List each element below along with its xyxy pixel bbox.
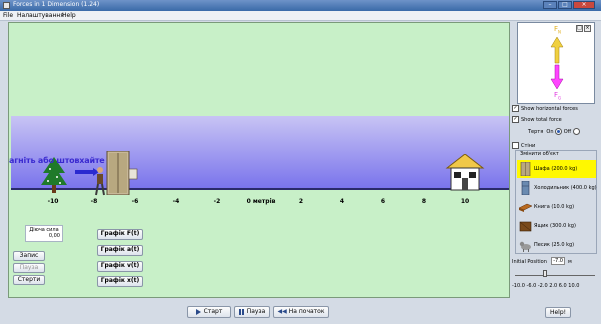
initial-position-input[interactable]: -7.0 [551, 257, 565, 265]
object-option-fridge[interactable]: Холодильник (400.0 kg) [517, 179, 597, 197]
checkbox-unchecked-icon[interactable] [512, 142, 519, 149]
friction-on-radio[interactable] [555, 128, 563, 135]
push-instruction-text: агніть або штовхайте [9, 156, 105, 165]
pause-button[interactable]: Пауза [234, 306, 270, 318]
ground-line [11, 188, 509, 190]
gravity-force-label: FG [554, 91, 562, 101]
checkbox-checked-icon[interactable]: ✓ [512, 105, 519, 112]
normal-force-label: FN [554, 25, 562, 35]
axis-tick-label: 8 [421, 198, 427, 205]
reset-label: На початок [288, 308, 325, 315]
maximize-icon[interactable]: □ [558, 1, 572, 9]
object-option-dog[interactable]: Песик (25.0 kg) [517, 236, 596, 254]
cabinet-object-icon[interactable] [105, 151, 139, 195]
initial-position-slider-thumb[interactable] [543, 270, 547, 277]
dog-icon [519, 241, 531, 252]
book-icon [519, 203, 532, 212]
start-button[interactable]: Старт [187, 306, 231, 318]
axis-tick-label: -6 [131, 198, 139, 205]
show-total-checkbox[interactable]: ✓ Show total force [512, 116, 562, 123]
help-button[interactable]: Help! [545, 307, 571, 318]
walls-checkbox[interactable]: Стіни [512, 142, 535, 149]
close-icon[interactable]: × [584, 25, 591, 32]
friction-radio-group: Тертя On Off [528, 128, 580, 135]
object-label: Книга (10.0 kg) [534, 204, 575, 210]
show-total-label: Show total force [521, 117, 562, 123]
menu-file[interactable]: File [3, 12, 13, 19]
axis-tick-label: 6 [380, 198, 386, 205]
graph-acceleration-button[interactable]: Графік a(t) [97, 245, 143, 256]
house-icon [445, 154, 485, 191]
sky-band [11, 116, 509, 188]
axis-tick-label: 4 [339, 198, 345, 205]
object-chooser-title: Змінити об'єкт [520, 151, 559, 157]
window-title: Forces in 1 Dimension (1.24) [13, 1, 100, 8]
free-body-diagram: FN FG [517, 22, 595, 104]
close-icon[interactable]: × [573, 1, 595, 9]
initial-position-slider-track[interactable] [515, 275, 595, 276]
object-label: Ящик (300.0 kg) [534, 223, 576, 229]
cabinet-icon [520, 162, 531, 176]
start-label: Старт [203, 308, 223, 315]
initial-position-unit: м [568, 259, 572, 265]
friction-on-label: On [546, 129, 554, 135]
axis-tick-label: -4 [172, 198, 180, 205]
menu-bar: File Налаштування Help [0, 11, 601, 21]
checkbox-checked-icon[interactable]: ✓ [512, 116, 519, 123]
applied-force-readout: Діюча сила 0,00 [25, 225, 63, 242]
minimize-icon[interactable]: – [543, 1, 557, 9]
menu-settings[interactable]: Налаштування [17, 12, 64, 19]
simulation-stage[interactable]: агніть або штовхайте -10 -8 -6 -4 -2 0 м… [8, 22, 510, 298]
axis-tick-label: 0 метрів [246, 198, 276, 205]
axis-tick-label: -2 [213, 198, 221, 205]
title-bar: Forces in 1 Dimension (1.24) – □ × [0, 0, 601, 11]
record-button[interactable]: Запис [13, 251, 45, 261]
rewind-icon: ◀◀ [277, 308, 287, 315]
graph-force-button[interactable]: Графік F(t) [97, 229, 143, 240]
pause-icon [238, 308, 244, 315]
window-controls: – □ × [543, 1, 595, 10]
graph-velocity-button[interactable]: Графік v(t) [97, 261, 143, 272]
fbd-window-controls: □ × [576, 25, 591, 32]
reset-button[interactable]: ◀◀ На початок [273, 306, 329, 318]
friction-off-label: Off [563, 129, 572, 135]
applied-force-value[interactable]: 0,00 [26, 233, 62, 239]
axis-tick-label: 10 [460, 198, 470, 205]
friction-off-radio[interactable] [572, 128, 580, 135]
object-label: Шафа (200.0 kg) [534, 166, 578, 172]
graph-position-button[interactable]: Графік x(t) [97, 276, 143, 287]
axis-tick-label: 2 [298, 198, 304, 205]
object-option-crate[interactable]: Ящик (300.0 kg) [517, 217, 596, 235]
axis-tick-label: -10 [47, 198, 59, 205]
slider-tick-labels: -10.0 -6.0 -2.0 2.0 6.0 10.0 [512, 283, 580, 289]
pause-label: Пауза [246, 308, 266, 315]
crate-icon [519, 221, 532, 232]
initial-position-label: Initial Position [512, 259, 547, 265]
show-horizontal-label: Show horizontal forces [521, 106, 578, 112]
axis-tick-label: -8 [90, 198, 98, 205]
walls-label: Стіни [521, 143, 536, 149]
show-horizontal-checkbox[interactable]: ✓ Show horizontal forces [512, 105, 578, 112]
object-label: Холодильник (400.0 kg) [534, 185, 597, 191]
menu-help[interactable]: Help [62, 12, 76, 19]
play-icon [195, 308, 201, 315]
friction-label: Тертя [528, 129, 544, 135]
playback-pause-button[interactable]: Пауза [13, 263, 45, 273]
restore-icon[interactable]: □ [576, 25, 583, 32]
object-option-book[interactable]: Книга (10.0 kg) [517, 198, 596, 216]
object-label: Песик (25.0 kg) [534, 242, 575, 248]
clear-button[interactable]: Стерти [13, 275, 45, 285]
fridge-icon [521, 181, 530, 195]
object-option-cabinet[interactable]: Шафа (200.0 kg) [517, 160, 596, 178]
app-icon [3, 2, 10, 9]
